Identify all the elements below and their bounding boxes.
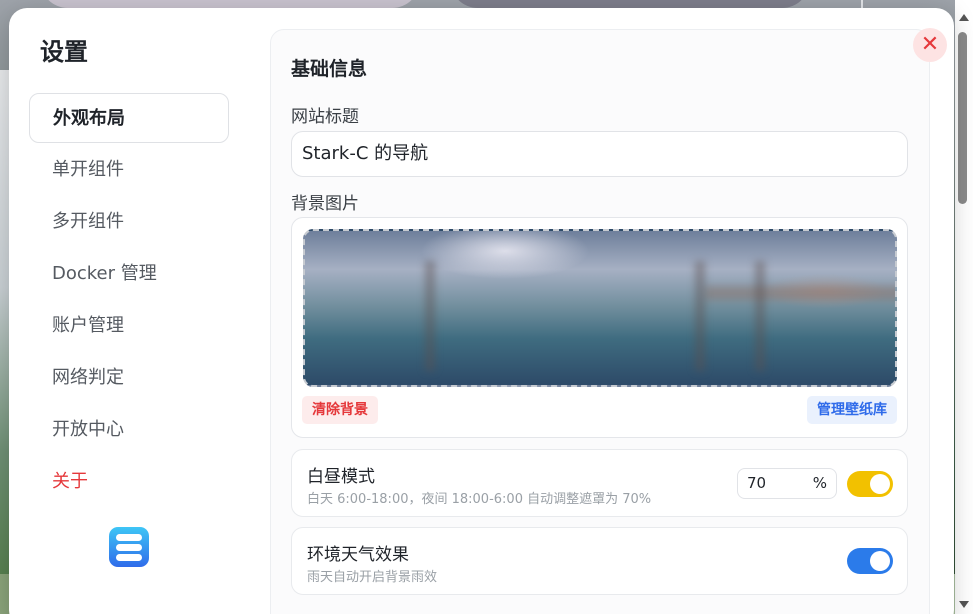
settings-dialog: 设置 外观布局 单开组件 多开组件 Docker 管理 账户管理 网络判定 开放… — [9, 8, 954, 614]
weather-effect-description: 雨天自动开启背景雨效 — [307, 570, 438, 585]
day-mode-setting: 白昼模式 白天 6:00-18:00，夜间 18:00-6:00 自动调整遮罩为… — [291, 449, 908, 517]
weather-effect-title: 环境天气效果 — [307, 545, 409, 565]
settings-nav: 外观布局 单开组件 多开组件 Docker 管理 账户管理 网络判定 开放中心 … — [29, 93, 229, 509]
settings-sidebar: 设置 外观布局 单开组件 多开组件 Docker 管理 账户管理 网络判定 开放… — [9, 8, 254, 614]
background-image-box: 清除背景 管理壁纸库 — [291, 217, 908, 438]
nav-item-open-center[interactable]: 开放中心 — [29, 405, 229, 455]
preview-post — [425, 261, 435, 371]
weather-effect-toggle[interactable] — [847, 548, 893, 574]
scroll-up-arrow-icon[interactable] — [959, 14, 969, 21]
preview-post — [755, 261, 765, 371]
stacked-bars-icon — [109, 527, 149, 567]
preview-rail — [705, 286, 895, 300]
weather-effect-setting: 环境天气效果 雨天自动开启背景雨效 — [291, 527, 908, 595]
percent-suffix: % — [812, 474, 827, 492]
background-shape — [40, 0, 420, 8]
toggle-knob — [870, 551, 890, 571]
day-mode-toggle[interactable] — [847, 471, 893, 497]
mask-percent-input[interactable]: 70 % — [737, 468, 837, 499]
settings-content: 基础信息 网站标题 Stark-C 的导航 背景图片 清除背景 管理壁纸库 白昼… — [270, 29, 930, 614]
nav-item-docker[interactable]: Docker 管理 — [29, 249, 229, 299]
close-icon[interactable]: ✕ — [913, 28, 947, 62]
scroll-down-arrow-icon[interactable] — [959, 601, 969, 608]
manage-wallpaper-button[interactable]: 管理壁纸库 — [807, 396, 897, 424]
site-title-input[interactable]: Stark-C 的导航 — [291, 131, 908, 177]
scrollbar-thumb[interactable] — [958, 32, 967, 204]
preview-post — [695, 261, 705, 371]
nav-item-network[interactable]: 网络判定 — [29, 353, 229, 403]
background-image-label: 背景图片 — [291, 194, 359, 214]
mask-percent-value: 70 — [747, 474, 767, 492]
section-title: 基础信息 — [291, 58, 368, 80]
toggle-knob — [870, 474, 890, 494]
nav-item-single-widgets[interactable]: 单开组件 — [29, 145, 229, 195]
nav-item-about[interactable]: 关于 — [29, 457, 229, 507]
background-image-preview[interactable] — [303, 229, 897, 387]
background-shape — [450, 0, 810, 8]
nav-item-accounts[interactable]: 账户管理 — [29, 301, 229, 351]
day-mode-title: 白昼模式 — [307, 467, 375, 487]
dialog-title: 设置 — [40, 38, 88, 66]
nav-item-multi-widgets[interactable]: 多开组件 — [29, 197, 229, 247]
site-title-label: 网站标题 — [291, 107, 359, 127]
page-scrollbar[interactable] — [955, 0, 973, 614]
clear-background-button[interactable]: 清除背景 — [302, 396, 378, 424]
nav-item-appearance[interactable]: 外观布局 — [29, 93, 229, 143]
day-mode-description: 白天 6:00-18:00，夜间 18:00-6:00 自动调整遮罩为 70% — [307, 492, 652, 507]
